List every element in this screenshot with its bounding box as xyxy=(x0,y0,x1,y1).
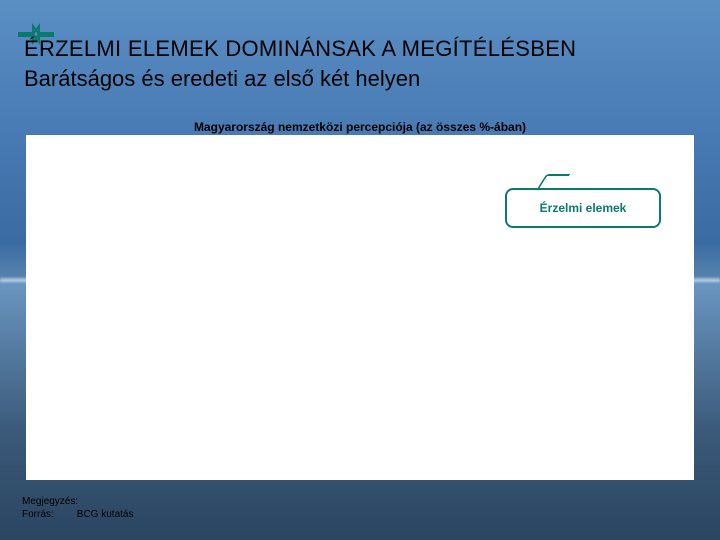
chart-area xyxy=(26,135,694,480)
slide-title: ÉRZELMI ELEMEK DOMINÁNSAK A MEGÍTÉLÉSBEN xyxy=(24,36,576,62)
slide: ÉRZELMI ELEMEK DOMINÁNSAK A MEGÍTÉLÉSBEN… xyxy=(0,0,720,540)
note-row: Megjegyzés: xyxy=(22,495,133,508)
callout-text: Érzelmi elemek xyxy=(540,201,627,215)
callout-bubble: Érzelmi elemek xyxy=(505,188,661,228)
source-row: Forrás: BCG kutatás xyxy=(22,508,133,521)
chart-title: Magyarország nemzetközi percepciója (az … xyxy=(0,120,720,134)
footer-notes: Megjegyzés: Forrás: BCG kutatás xyxy=(22,495,133,521)
source-label: Forrás: xyxy=(22,508,74,521)
source-value: BCG kutatás xyxy=(77,509,134,520)
note-label: Megjegyzés: xyxy=(22,495,74,508)
slide-subtitle: Barátságos és eredeti az első két helyen xyxy=(24,66,420,92)
